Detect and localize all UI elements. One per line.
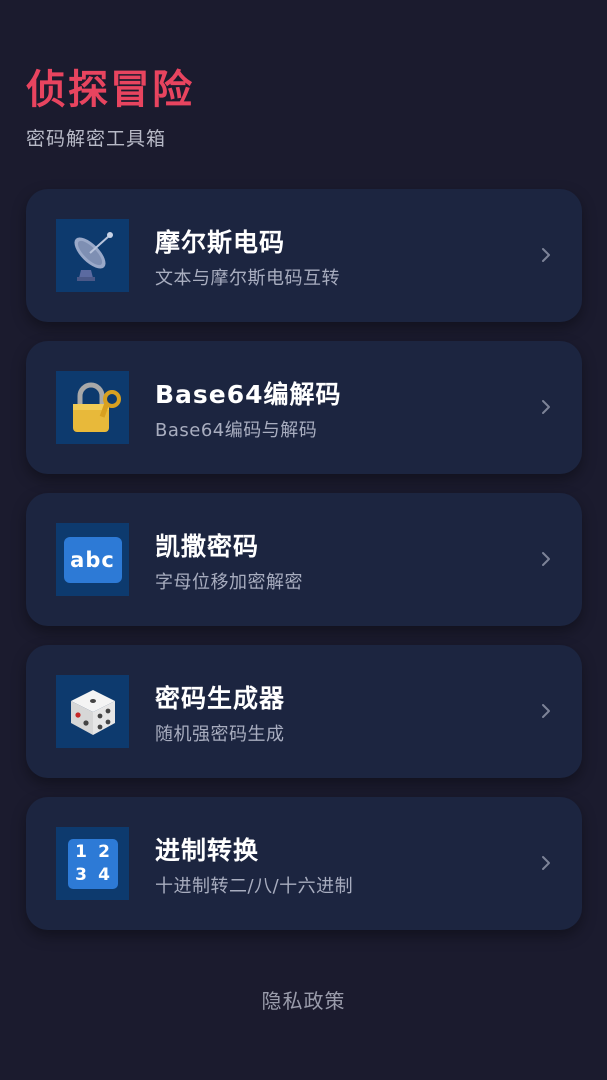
tool-description: 文本与摩尔斯电码互转 [155, 268, 340, 289]
tool-title: 进制转换 [155, 836, 260, 865]
tool-title: 密码生成器 [155, 684, 286, 713]
tool-card-caesar[interactable]: abc 凯撒密码 字母位移加密解密 [26, 493, 582, 626]
chevron-right-icon [542, 248, 550, 262]
tool-title: Base64编解码 [155, 380, 342, 409]
chevron-right-icon [542, 856, 550, 870]
tool-title: 凯撒密码 [155, 532, 260, 561]
number-digit: 3 [75, 865, 87, 885]
dice-icon [56, 675, 129, 748]
page-subtitle: 密码解密工具箱 [26, 128, 167, 150]
abc-icon-label: abc [70, 547, 115, 572]
number-digit: 4 [98, 865, 110, 885]
tool-description: Base64编码与解码 [155, 420, 318, 441]
tool-description: 随机强密码生成 [155, 724, 285, 745]
tool-card-base64[interactable]: Base64编解码 Base64编码与解码 [26, 341, 582, 474]
lock-with-key-icon [56, 371, 129, 444]
tool-card-base-conversion[interactable]: 1 2 3 4 进制转换 十进制转二/八/十六进制 [26, 797, 582, 930]
tool-description: 十进制转二/八/十六进制 [155, 876, 354, 897]
numbers-1234-icon: 1 2 3 4 [56, 827, 129, 900]
abc-icon: abc [56, 523, 129, 596]
chevron-right-icon [542, 400, 550, 414]
chevron-right-icon [542, 704, 550, 718]
tool-card-morse[interactable]: 摩尔斯电码 文本与摩尔斯电码互转 [26, 189, 582, 322]
tool-title: 摩尔斯电码 [155, 228, 286, 257]
header: 侦探冒险 密码解密工具箱 [26, 62, 194, 151]
satellite-antenna-icon [56, 219, 129, 292]
privacy-policy-link[interactable]: 隐私政策 [0, 985, 607, 1014]
chevron-right-icon [542, 552, 550, 566]
tool-card-password-generator[interactable]: 密码生成器 随机强密码生成 [26, 645, 582, 778]
number-digit: 2 [98, 842, 110, 862]
tool-description: 字母位移加密解密 [155, 572, 303, 593]
page-title: 侦探冒险 [26, 67, 194, 113]
number-digit: 1 [75, 842, 87, 862]
tool-list: 摩尔斯电码 文本与摩尔斯电码互转 Base64编解码 Base64编码与解码 a… [26, 189, 582, 949]
